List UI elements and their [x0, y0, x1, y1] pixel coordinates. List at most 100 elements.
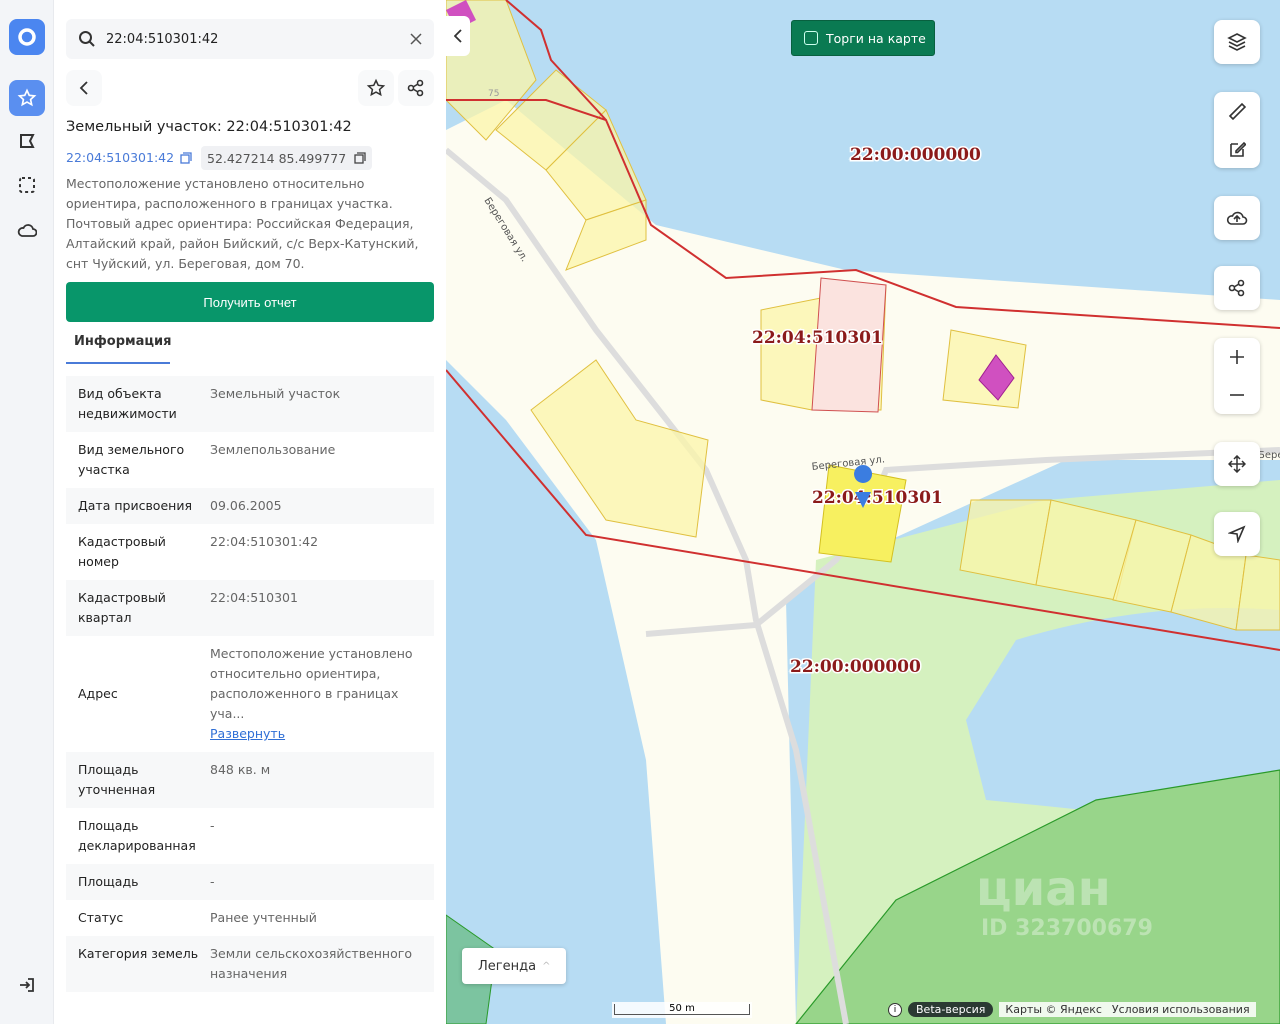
auctions-toggle[interactable]: Торги на карте — [791, 20, 935, 56]
street-label: Бере — [1258, 450, 1280, 461]
info-value: 22:04:510301:42 — [210, 532, 422, 572]
search-icon — [79, 31, 95, 47]
search-input[interactable]: 22:04:510301:42 — [66, 19, 434, 59]
collapse-panel-button[interactable] — [446, 16, 470, 56]
info-icon[interactable]: i — [888, 1002, 902, 1017]
info-key: Площадь — [78, 874, 139, 889]
zoom-controls — [1214, 338, 1260, 414]
info-key: Кадастровый номер — [78, 534, 166, 569]
details-panel: 22:04:510301:42 Земельный участок: 22:04… — [54, 0, 446, 1024]
info-row: Категория земель Земли сельскохозяйственн… — [66, 936, 434, 992]
cloud-upload-icon — [1226, 211, 1248, 225]
info-value: - — [210, 872, 422, 892]
info-row: Кадастровый номер 22:04:510301:42 — [66, 524, 434, 580]
copy-icon[interactable] — [180, 151, 192, 164]
legend-label: Легенда — [478, 958, 537, 974]
share-map-button[interactable] — [1214, 266, 1260, 310]
info-value: 09.06.2005 — [210, 496, 422, 516]
watermark-id: ID 323700679 — [981, 916, 1153, 941]
scale-label: 50 m — [614, 1004, 750, 1015]
object-description: Местоположение установлено относительно … — [66, 176, 419, 271]
select-area-icon[interactable] — [9, 167, 45, 203]
terms-link[interactable]: Условия использования — [1112, 1003, 1250, 1016]
quarter-label: 22:00:000000 — [790, 657, 921, 677]
info-row: Площадь уточненная 848 кв. м — [66, 752, 434, 808]
copy-icon[interactable] — [354, 152, 366, 164]
info-value-text: 22:04:510301 — [210, 590, 298, 605]
info-key: Площадь уточненная — [78, 762, 156, 797]
attribution: i Beta-версия Карты © Яндекс Условия испо… — [888, 1002, 1256, 1017]
info-value: Земельный участок — [210, 384, 422, 424]
search-value[interactable]: 22:04:510301:42 — [106, 32, 410, 47]
move-icon — [1228, 455, 1246, 473]
info-value-text: Земли сельскохозяйственного назначения — [210, 946, 412, 981]
layers-icon — [1227, 33, 1247, 51]
layers-button[interactable] — [1214, 20, 1260, 64]
info-key: Категория земель — [78, 946, 199, 961]
logout-icon[interactable] — [9, 967, 45, 1003]
info-row: Адрес Местоположение установлено относите… — [66, 636, 434, 752]
map-copyright[interactable]: Карты © Яндекс — [1005, 1003, 1102, 1016]
clear-icon[interactable] — [410, 33, 422, 45]
info-value-text: 848 кв. м — [210, 762, 271, 777]
info-value-text: 09.06.2005 — [210, 498, 282, 513]
info-row: Дата присвоения 09.06.2005 — [66, 488, 434, 524]
cadastral-number[interactable]: 22:04:510301:42 — [66, 150, 174, 165]
legend-button[interactable]: Легенда ^ — [462, 948, 566, 984]
info-table: Вид объекта недвижимости Земельный участо… — [66, 376, 434, 992]
info-row: Кадастровый квартал 22:04:510301 — [66, 580, 434, 636]
info-key: Адрес — [78, 686, 118, 701]
polygon-tool-icon[interactable] — [9, 123, 45, 159]
info-row: Статус Ранее учтенный — [66, 900, 434, 936]
beta-badge: Beta-версия — [908, 1002, 994, 1017]
back-button[interactable] — [66, 70, 102, 106]
info-value: 848 кв. м — [210, 760, 422, 800]
move-button[interactable] — [1214, 442, 1260, 486]
logo-icon[interactable] — [9, 19, 45, 55]
info-value-text: - — [210, 874, 215, 889]
favorites-star-icon[interactable] — [9, 80, 45, 116]
info-row: Площадь - — [66, 864, 434, 900]
sidebar-rail — [0, 0, 54, 1024]
info-value-text: Местоположение установлено относительно … — [210, 646, 413, 721]
share-button[interactable] — [398, 70, 434, 106]
info-value: Землепользование — [210, 440, 422, 480]
info-key: Дата присвоения — [78, 498, 192, 513]
quarter-label: 22:04:510301 — [812, 488, 943, 508]
favorite-button[interactable] — [358, 70, 394, 106]
watermark: циан — [976, 861, 1111, 917]
info-value: - — [210, 816, 422, 856]
info-value: 22:04:510301 — [210, 588, 422, 628]
cloud-icon[interactable] — [9, 212, 45, 248]
info-key: Кадастровый квартал — [78, 590, 166, 625]
map-canvas[interactable]: 22:00:000000 22:04:510301 22:04:510301 2… — [446, 0, 1280, 1024]
coordinates-chip[interactable]: 52.427214 85.499777 — [201, 146, 373, 170]
info-value: Ранее учтенный — [210, 908, 422, 928]
share-icon — [1228, 279, 1245, 297]
checkbox[interactable] — [804, 31, 818, 45]
info-value-text: Землепользование — [210, 442, 336, 457]
house-number: 75 — [488, 89, 499, 99]
tab-information[interactable]: Информация — [66, 334, 172, 364]
get-report-button[interactable]: Получить отчет — [66, 282, 434, 322]
auctions-label: Торги на карте — [826, 30, 926, 46]
info-key: Вид объекта недвижимости — [78, 386, 177, 421]
zoom-out-icon[interactable] — [1229, 387, 1245, 403]
upload-button[interactable] — [1214, 196, 1260, 240]
chevron-up-icon: ^ — [542, 960, 551, 972]
quarter-label: 22:04:510301 — [752, 328, 883, 348]
ruler-icon[interactable] — [1228, 102, 1246, 120]
cadastral-link[interactable]: 22:04:510301:42 — [66, 150, 192, 165]
expand-link[interactable]: Развернуть — [210, 724, 422, 744]
scale-bar: 50 m — [612, 1002, 752, 1018]
edit-icon[interactable] — [1228, 140, 1246, 158]
map[interactable]: 22:00:000000 22:04:510301 22:04:510301 2… — [446, 0, 1280, 1024]
info-key: Статус — [78, 910, 124, 925]
info-value-text: Ранее учтенный — [210, 910, 317, 925]
info-key: Вид земельного участка — [78, 442, 185, 477]
zoom-in-icon[interactable] — [1229, 349, 1245, 365]
geolocation-button[interactable] — [1214, 512, 1260, 556]
info-value-text: 22:04:510301:42 — [210, 534, 319, 549]
quarter-label: 22:00:000000 — [850, 145, 981, 165]
object-title: Земельный участок: 22:04:510301:42 — [66, 119, 352, 135]
